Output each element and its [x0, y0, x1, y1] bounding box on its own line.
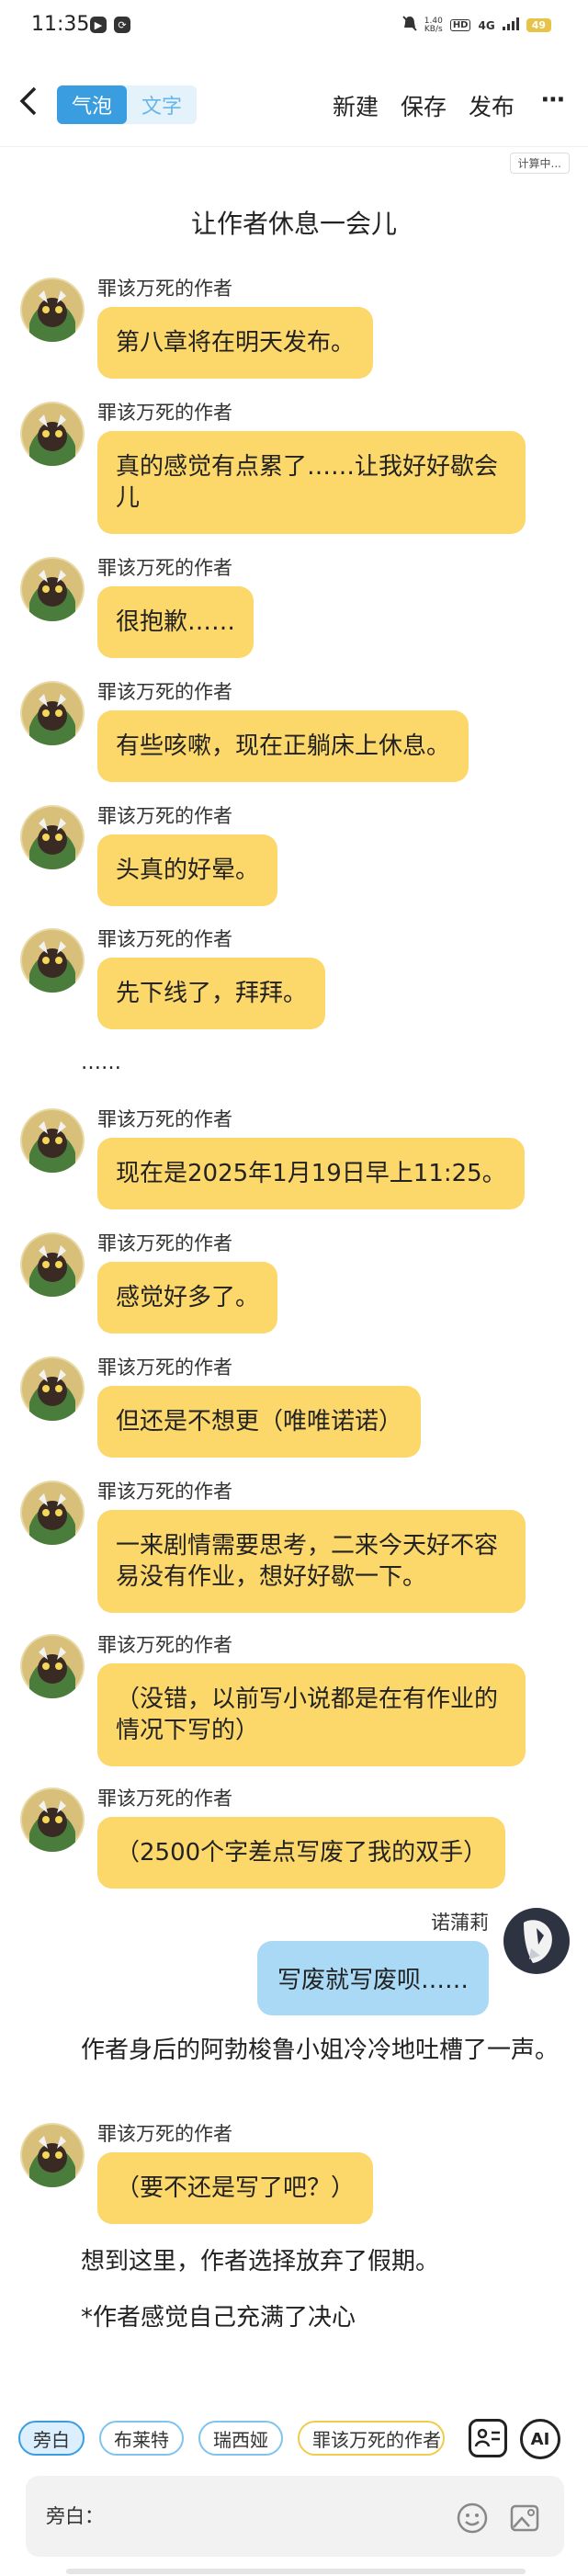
message-author: 罪该万死的作者	[97, 278, 232, 300]
message-bubble[interactable]: 写废就写废呗……	[256, 1941, 489, 2015]
tab-text[interactable]: 文字	[127, 85, 197, 124]
user-avatar[interactable]	[503, 1908, 570, 1974]
message-bubble[interactable]: （没错，以前写小说都是在有作业的情况下写的）	[97, 1663, 526, 1766]
calculating-badge: 计算中...	[509, 153, 570, 174]
signal-icon	[502, 17, 519, 33]
message-bubble[interactable]: 先下线了，拜拜。	[97, 958, 326, 1029]
author-avatar[interactable]	[20, 557, 85, 621]
message-bubble[interactable]: 真的感觉有点累了……让我好好歇会儿	[97, 431, 526, 534]
message-input[interactable]: 旁白：	[26, 2476, 564, 2557]
media-notification-icon: ▶	[90, 17, 107, 33]
message-bubble[interactable]: 感觉好多了。	[97, 1262, 278, 1333]
mode-toggle: 气泡 文字	[57, 85, 197, 124]
message-bubble[interactable]: 现在是2025年1月19日早上11:25。	[97, 1138, 525, 1209]
author-avatar[interactable]	[20, 1634, 85, 1698]
back-button[interactable]	[15, 85, 46, 118]
narration-text[interactable]: 想到这里，作者选择放弃了假期。	[81, 2244, 439, 2279]
message-bubble[interactable]: 第八章将在明天发布。	[97, 307, 374, 379]
message-author: 罪该万死的作者	[97, 1634, 232, 1656]
author-avatar-icon	[20, 278, 85, 342]
message-author: 罪该万死的作者	[97, 681, 232, 703]
message-author: 罪该万死的作者	[97, 805, 232, 827]
author-avatar-icon	[20, 1481, 85, 1545]
author-avatar[interactable]	[20, 2123, 85, 2187]
mute-icon	[402, 16, 417, 35]
author-avatar-icon	[20, 1787, 85, 1852]
chip-character[interactable]: 瑞西娅	[198, 2421, 283, 2456]
author-avatar-icon	[20, 1108, 85, 1173]
message-bubble[interactable]: 一来剧情需要思考，二来今天好不容易没有作业，想好好歇一下。	[97, 1510, 526, 1613]
chip-narrator[interactable]: 旁白	[18, 2421, 85, 2456]
author-avatar-icon	[20, 1232, 85, 1297]
chip-author[interactable]: 罪该万死的作者	[298, 2421, 445, 2456]
message-bubble[interactable]: （2500个字差点写废了我的双手）	[97, 1817, 506, 1889]
author-avatar-icon	[20, 1634, 85, 1698]
emoji-icon[interactable]	[456, 2502, 489, 2535]
message-author: 罪该万死的作者	[97, 1787, 232, 1810]
message-author: 罪该万死的作者	[97, 2123, 232, 2145]
app-notification-icon: ⟳	[114, 17, 130, 33]
battery-indicator: 49	[526, 18, 551, 32]
author-avatar[interactable]	[20, 278, 85, 342]
input-speaker-label: 旁白：	[46, 2505, 104, 2527]
image-icon[interactable]	[509, 2502, 542, 2535]
author-avatar[interactable]	[20, 805, 85, 869]
author-avatar-icon	[20, 805, 85, 869]
ellipsis-separator[interactable]: ……	[81, 1046, 121, 1081]
page-title: 让作者休息一会儿	[190, 209, 397, 239]
message-author: 罪该万死的作者	[97, 1108, 232, 1130]
network-speed: 1.40 KB/s	[424, 16, 443, 34]
author-avatar-icon	[20, 681, 85, 745]
character-list-icon	[474, 2428, 500, 2447]
author-avatar-icon	[20, 2123, 85, 2187]
narration-text[interactable]: 作者身后的阿勃梭鲁小姐冷冷地吐槽了一声。	[22, 2033, 566, 2068]
status-time: 11:35	[31, 13, 90, 36]
author-avatar[interactable]	[20, 1787, 85, 1852]
author-avatar[interactable]	[20, 402, 85, 466]
user-avatar-icon	[503, 1908, 570, 1974]
message-bubble[interactable]: 但还是不想更（唯唯诺诺）	[97, 1386, 422, 1458]
author-avatar[interactable]	[20, 1232, 85, 1297]
author-avatar[interactable]	[20, 928, 85, 993]
status-bar: 11:35 ▶ ⟳ 1.40 KB/s HD 4G 49	[0, 0, 588, 55]
message-author: 诺蒲莉	[431, 1912, 489, 1934]
author-avatar[interactable]	[20, 1481, 85, 1545]
message-author: 罪该万死的作者	[97, 928, 232, 950]
message-author: 罪该万死的作者	[97, 402, 232, 424]
new-button[interactable]: 新建	[333, 89, 379, 122]
network-type: 4G	[478, 18, 495, 32]
message-bubble[interactable]: 很抱歉……	[97, 586, 254, 658]
message-author: 罪该万死的作者	[97, 557, 232, 579]
chip-character[interactable]: 布莱特	[99, 2421, 184, 2456]
message-bubble[interactable]: （要不还是写了吧？）	[97, 2152, 374, 2224]
character-manager-button[interactable]	[469, 2419, 507, 2457]
author-avatar-icon	[20, 402, 85, 466]
hd-badge: HD	[449, 19, 471, 31]
author-avatar-icon	[20, 1356, 85, 1421]
character-chip-bar: 旁白 布莱特 瑞西娅 罪该万死的作者	[18, 2421, 445, 2456]
author-avatar-icon	[20, 557, 85, 621]
message-bubble[interactable]: 头真的好晕。	[97, 834, 278, 906]
author-avatar-icon	[20, 928, 85, 993]
author-avatar[interactable]	[20, 1108, 85, 1173]
bottom-scrollbar[interactable]	[66, 2569, 526, 2574]
save-button[interactable]: 保存	[401, 89, 447, 122]
author-avatar[interactable]	[20, 1356, 85, 1421]
ai-button[interactable]: AI	[520, 2419, 560, 2459]
message-author: 罪该万死的作者	[97, 1356, 232, 1379]
chevron-left-icon	[19, 86, 37, 116]
tab-bubble[interactable]: 气泡	[57, 85, 127, 124]
author-avatar[interactable]	[20, 681, 85, 745]
message-bubble[interactable]: 有些咳嗽，现在正躺床上休息。	[97, 710, 469, 782]
top-toolbar: 气泡 文字 新建 保存 发布 ⋯	[0, 55, 588, 147]
narration-text[interactable]: *作者感觉自己充满了决心	[81, 2300, 356, 2335]
message-author: 罪该万死的作者	[97, 1481, 232, 1503]
publish-button[interactable]: 发布	[469, 89, 514, 122]
more-button[interactable]: ⋯	[541, 86, 566, 114]
message-author: 罪该万死的作者	[97, 1232, 232, 1254]
